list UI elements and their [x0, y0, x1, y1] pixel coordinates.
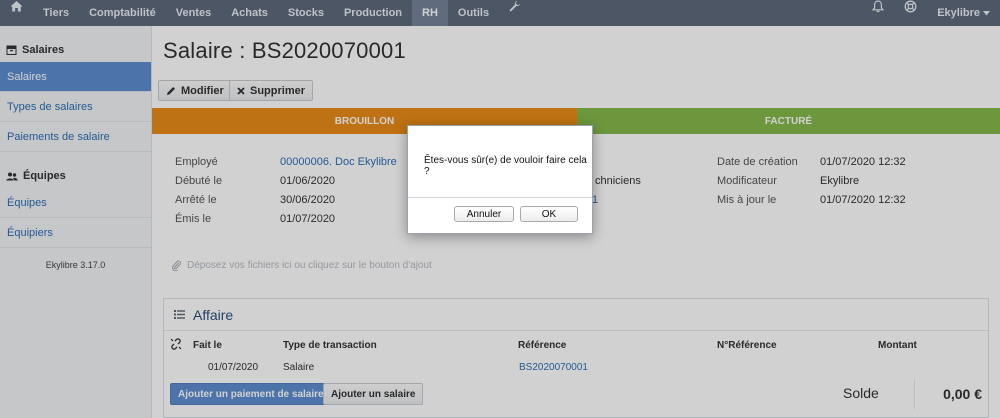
dialog-message: Êtes-vous sûr(e) de vouloir faire cela ? [424, 155, 587, 177]
dialog-divider [408, 197, 592, 198]
confirm-dialog: Êtes-vous sûr(e) de vouloir faire cela ?… [407, 125, 593, 234]
cancel-button[interactable]: Annuler [454, 206, 514, 222]
ok-button[interactable]: OK [520, 206, 578, 222]
